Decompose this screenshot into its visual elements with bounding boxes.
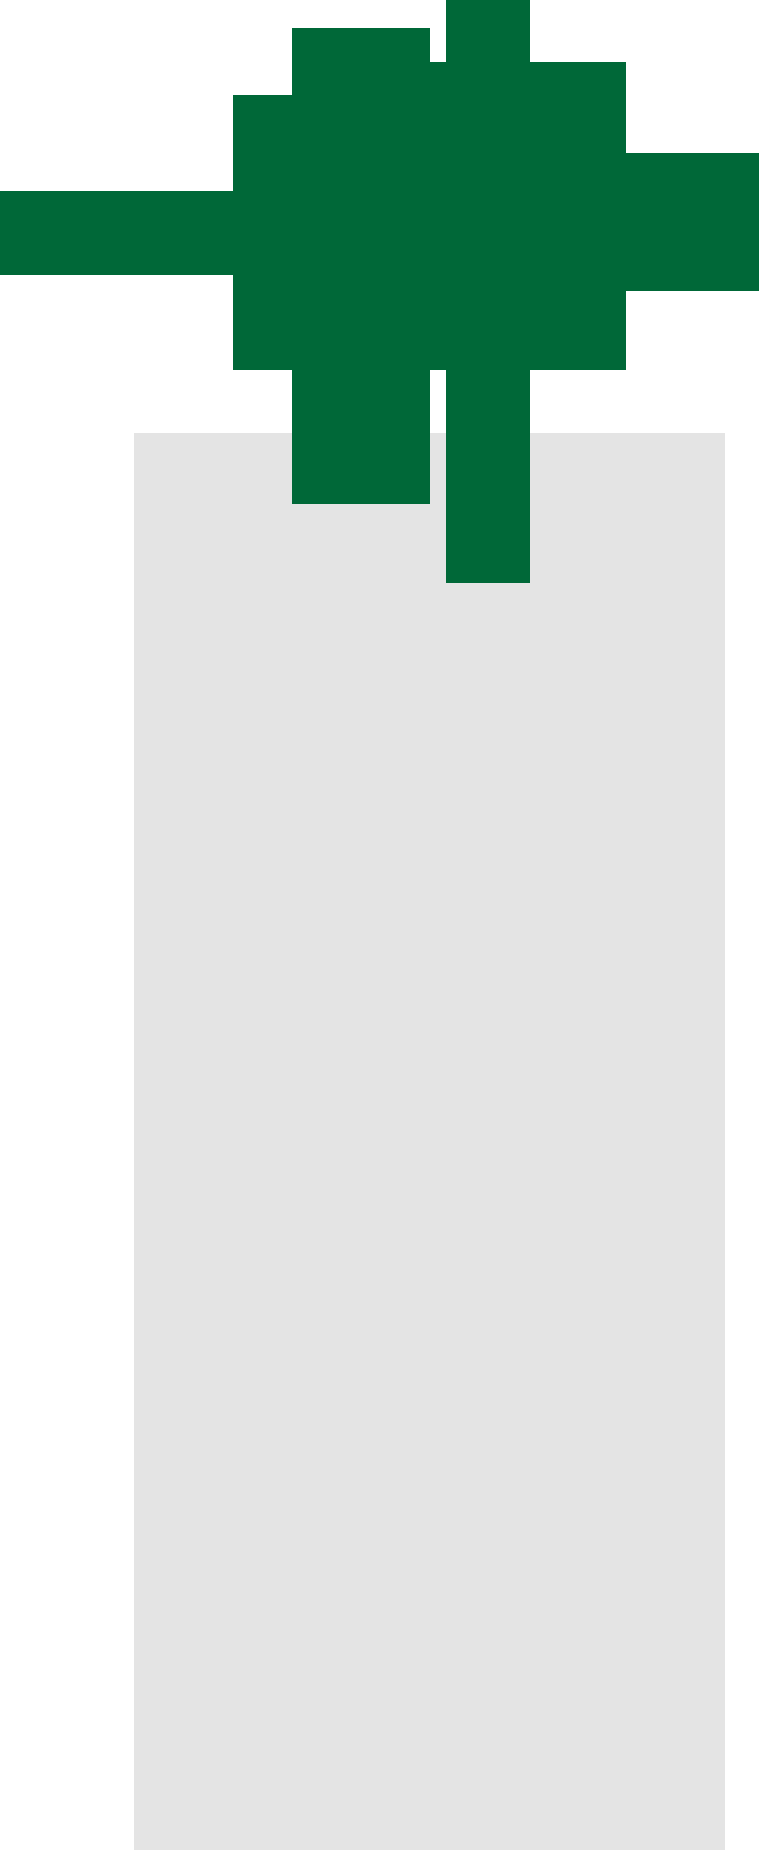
emblem-top-spike — [446, 0, 530, 96]
canvas — [0, 0, 759, 1850]
emblem-top-right-block — [529, 62, 626, 96]
emblem-core — [233, 95, 626, 370]
background-panel — [134, 433, 725, 1850]
pixel-cross-emblem-icon — [0, 0, 759, 583]
emblem-top-joint — [429, 62, 447, 96]
emblem-left-arm — [0, 191, 234, 275]
emblem-bottom-spike — [446, 369, 530, 583]
emblem-top-left-block — [292, 28, 430, 96]
emblem-bottom-left-block — [292, 369, 430, 504]
emblem-right-arm — [625, 153, 759, 291]
